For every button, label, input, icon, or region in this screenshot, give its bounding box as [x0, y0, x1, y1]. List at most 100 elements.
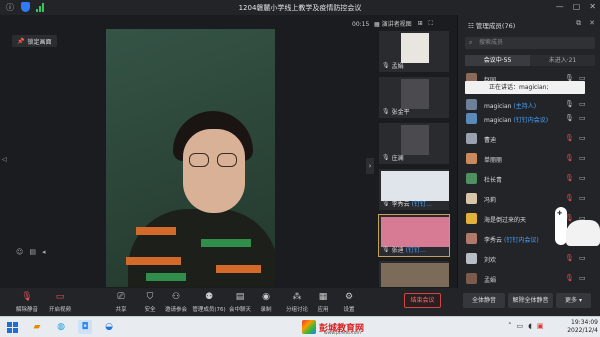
- mute-all-button[interactable]: 全体静音: [463, 293, 505, 308]
- invite-button[interactable]: ⚇ 邀请参会: [161, 292, 191, 313]
- popout-icon[interactable]: ⧉: [576, 19, 581, 28]
- settings-button[interactable]: ⚙ 设置: [334, 292, 364, 313]
- fullscreen-icon[interactable]: ⛶: [429, 20, 433, 28]
- camera-icon[interactable]: ▭: [579, 134, 586, 142]
- mic-muted-icon[interactable]: 🎙: [565, 194, 574, 202]
- share-button[interactable]: ⎚ 共享: [106, 292, 136, 313]
- member-row[interactable]: 孟娟 🎙 ▭: [458, 271, 600, 286]
- members-panel: ☷ 管理成员(76) ⧉ ✕ ⌕ 搜索成员 会议中·55 未进入·21 赵同 🎙…: [457, 15, 600, 318]
- avatar: [466, 113, 477, 124]
- record-icon: ◉: [262, 292, 270, 302]
- manage-members-button[interactable]: ⚉ 管理成员(76): [191, 292, 227, 313]
- panel-footer-buttons: 全体静音 解除全体静音 更多 ▾: [457, 288, 600, 316]
- participant-video: [401, 79, 429, 109]
- mic-icon[interactable]: 🎙: [565, 114, 574, 122]
- tab-not-joined[interactable]: 未进入·21: [530, 55, 595, 66]
- browser-icon[interactable]: ◍: [54, 320, 68, 334]
- mic-muted-icon[interactable]: 🎙: [565, 174, 574, 182]
- camera-icon[interactable]: ▭: [579, 174, 586, 182]
- volume-icon[interactable]: ◖: [528, 322, 532, 330]
- mic-muted-icon[interactable]: 🎙: [565, 254, 574, 262]
- tab-in-meeting[interactable]: 会议中·55: [465, 55, 530, 66]
- start-video-button[interactable]: ▭ 开启视频: [45, 292, 75, 313]
- mic-icon: 🎙: [382, 200, 390, 207]
- member-row[interactable]: magician (主持人) 🎙 ▭: [458, 97, 600, 112]
- minimize-icon[interactable]: —: [556, 2, 564, 11]
- avatar: [466, 99, 477, 110]
- collapse-thumbs-button[interactable]: ›: [366, 158, 374, 174]
- member-row[interactable]: 冯莉 🎙 ▭: [458, 191, 600, 206]
- panel-controls: ⧉ ✕: [576, 19, 595, 28]
- thumbnail-tile[interactable]: [378, 260, 450, 288]
- mic-muted-icon: 🎙: [21, 292, 33, 302]
- mic-muted-icon[interactable]: 🎙: [565, 154, 574, 162]
- camera-icon[interactable]: ▭: [579, 194, 586, 202]
- mic-icon: 🎙: [382, 62, 390, 69]
- lock-view-button[interactable]: 📌 锁定画面: [12, 35, 57, 47]
- camera-icon[interactable]: ▭: [579, 274, 586, 282]
- arrow-left-icon[interactable]: ◂: [42, 248, 46, 256]
- comment-icon[interactable]: ▤: [29, 248, 36, 256]
- search-icon: ⌕: [469, 39, 473, 46]
- add-user-icon: ⚇: [171, 292, 181, 302]
- member-search-input[interactable]: ⌕ 搜索成员: [465, 37, 595, 49]
- chevron-up-icon[interactable]: ˄: [508, 322, 512, 330]
- watermark-logo: 彭城教育网 www.pcedu.com: [302, 319, 364, 336]
- start-icon[interactable]: [5, 320, 19, 334]
- member-row[interactable]: 曹迪 🎙 ▭: [458, 131, 600, 146]
- main-speaker-video[interactable]: [106, 29, 275, 287]
- speaker-view-button[interactable]: ▦ 演讲者视图: [374, 19, 412, 28]
- unmute-button[interactable]: 🎙 解除静音: [12, 292, 42, 313]
- member-row[interactable]: 刘欢 🎙 ▭: [458, 251, 600, 266]
- mic-muted-icon[interactable]: 🎙: [565, 274, 574, 282]
- left-edge-icon: ◁: [2, 156, 7, 163]
- end-meeting-button[interactable]: 结束会议: [404, 293, 441, 308]
- mic-icon[interactable]: 🎙: [565, 100, 574, 108]
- avatar: [466, 213, 477, 224]
- system-clock[interactable]: 19:34:09 2022/12/4: [560, 319, 598, 335]
- window-title: 1204磐麓小学线上教学及疫情防控会议: [238, 4, 362, 12]
- mic-icon: 🎙: [382, 246, 390, 253]
- app-tray-icon[interactable]: ▣: [537, 322, 544, 330]
- grid-icon: ▦: [374, 21, 382, 28]
- panel-header: ☷ 管理成员(76) ⧉ ✕: [458, 19, 600, 30]
- maximize-icon[interactable]: ▢: [573, 2, 581, 11]
- speaking-tooltip: 正在讲话：magician;: [465, 81, 585, 94]
- unmute-all-button[interactable]: 解除全体静音: [508, 293, 553, 308]
- member-row[interactable]: 杜长青 🎙 ▭: [458, 171, 600, 186]
- mic-muted-icon[interactable]: 🎙: [565, 134, 574, 142]
- os-taskbar: ▰ ◍ ◘ ◒ 彭城教育网 www.pcedu.com ˄ ▭ ◖ ▣ 19:3…: [0, 316, 600, 337]
- camera-icon[interactable]: ▭: [579, 154, 586, 162]
- network-icon[interactable]: ▭: [517, 322, 524, 330]
- emoji-icon[interactable]: ☺: [16, 248, 23, 256]
- meeting-timer: 00:15: [352, 21, 370, 28]
- thumbnail-tile[interactable]: 🎙 张迪 (钉钉…: [378, 214, 450, 257]
- file-explorer-icon[interactable]: ▰: [30, 320, 44, 334]
- more-button[interactable]: 更多 ▾: [556, 293, 591, 308]
- participant-video: [381, 171, 449, 201]
- camera-icon[interactable]: ▭: [579, 100, 586, 108]
- panel-close-icon[interactable]: ✕: [589, 19, 595, 28]
- thumbnail-tile[interactable]: 🎙 张金平: [378, 76, 450, 119]
- meeting-app-icon[interactable]: ◘: [78, 320, 92, 334]
- camera-off-icon: ▭: [55, 292, 65, 302]
- meeting-window: ⓘ 1204磐麓小学线上教学及疫情防控会议 — ▢ ✕ 📌 锁定画面 00:15…: [0, 0, 600, 337]
- camera-icon[interactable]: ▭: [579, 114, 586, 122]
- member-row[interactable]: magician (钉钉内会议) 🎙 ▭: [458, 111, 600, 126]
- camera-icon[interactable]: ▭: [579, 254, 586, 262]
- view-controls: ▦ 演讲者视图 ⊞ ⛶: [374, 19, 433, 29]
- thumbnail-tile[interactable]: 🎙 庄澜: [378, 122, 450, 165]
- record-button[interactable]: ◉ 录制: [251, 292, 281, 313]
- chat-app-icon[interactable]: ◒: [102, 320, 116, 334]
- member-row[interactable]: 单丽丽 🎙 ▭: [458, 151, 600, 166]
- chevron-down-icon: ▾: [577, 297, 582, 304]
- avatar: [466, 233, 477, 244]
- mascot-widget[interactable]: [566, 220, 600, 246]
- close-icon[interactable]: ✕: [589, 2, 596, 11]
- thumbnail-tile[interactable]: 🎙 孟娟: [378, 30, 450, 73]
- layout-icon[interactable]: ⊞: [418, 20, 423, 27]
- avatar: [466, 173, 477, 184]
- thumbnail-tile[interactable]: 🎙 李秀云 (钉钉…: [378, 168, 450, 211]
- title-bar: ⓘ 1204磐麓小学线上教学及疫情防控会议 — ▢ ✕: [0, 0, 600, 15]
- avatar: [466, 193, 477, 204]
